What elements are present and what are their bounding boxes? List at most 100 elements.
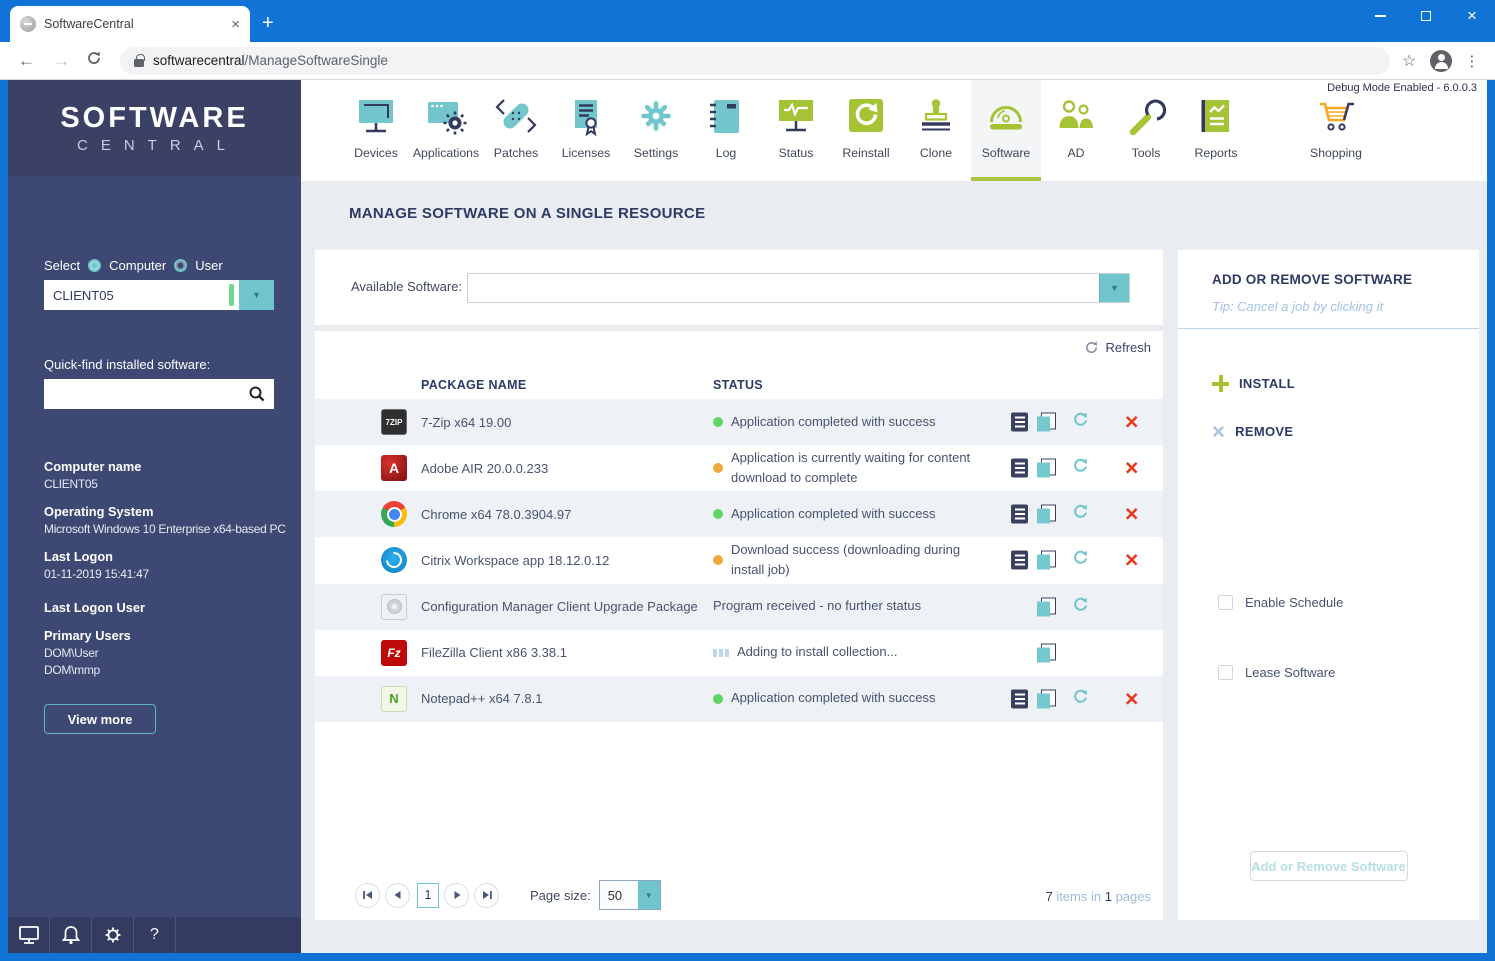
nav-item-applications[interactable]: Applications [411, 80, 481, 181]
profile-avatar[interactable] [1430, 49, 1453, 72]
job-log-icon[interactable] [1011, 689, 1028, 709]
install-option[interactable]: INSTALL [1212, 375, 1295, 392]
copy-job-icon[interactable] [1037, 458, 1056, 478]
rerun-job-icon[interactable] [1071, 502, 1090, 526]
bookmark-star-icon[interactable]: ☆ [1402, 51, 1416, 71]
nav-item-status[interactable]: Status [761, 80, 831, 181]
nav-item-patches[interactable]: Patches [481, 80, 551, 181]
remove-job-icon[interactable]: × [1125, 502, 1138, 526]
logo-line1: SOFTWARE [60, 102, 249, 134]
computer-select-dropdown-button[interactable]: ▼ [239, 280, 274, 310]
address-bar[interactable]: softwarecentral/ManageSoftwareSingle [120, 46, 1390, 75]
remove-job-icon[interactable]: × [1125, 687, 1138, 710]
remove-job-icon[interactable]: × [1125, 410, 1138, 434]
job-log-icon[interactable] [1011, 458, 1028, 478]
radio-computer-label[interactable]: Computer [109, 258, 166, 273]
table-row[interactable]: Chrome x64 78.0.3904.97 Application comp… [315, 491, 1163, 538]
table-row[interactable]: Notepad++ x64 7.8.1 Application complete… [315, 675, 1163, 722]
job-log-icon[interactable] [1011, 412, 1028, 432]
nav-item-software[interactable]: Software [971, 80, 1041, 181]
copy-job-icon[interactable] [1037, 550, 1056, 570]
page-size-dropdown-button[interactable]: ▼ [637, 881, 660, 909]
rerun-job-icon[interactable] [1071, 456, 1090, 480]
available-software-input[interactable] [468, 274, 1099, 302]
current-page-number[interactable]: 1 [417, 882, 439, 908]
reload-button[interactable] [86, 50, 102, 71]
first-page-button[interactable] [355, 882, 380, 908]
next-page-button[interactable] [444, 882, 469, 908]
url-path: /ManageSoftwareSingle [244, 52, 388, 68]
view-more-button[interactable]: View more [44, 704, 156, 734]
copy-job-icon[interactable] [1037, 643, 1056, 663]
radio-user[interactable] [174, 259, 188, 272]
new-tab-button[interactable]: + [262, 12, 274, 34]
window-close-button[interactable]: × [1449, 0, 1495, 32]
nav-item-tools[interactable]: Tools [1111, 80, 1181, 181]
status-cell: Adding to install collection... [713, 642, 1009, 662]
add-or-remove-software-button[interactable]: Add or Remove Software [1249, 851, 1408, 881]
rerun-job-icon[interactable] [1071, 548, 1090, 572]
copy-job-icon[interactable] [1037, 504, 1056, 524]
forward-button[interactable]: → [53, 51, 70, 71]
remove-option[interactable]: × REMOVE [1212, 421, 1293, 443]
quickfind-input[interactable] [44, 379, 248, 409]
refresh-link[interactable]: Refresh [1084, 340, 1151, 355]
job-log-icon[interactable] [1011, 550, 1028, 570]
loading-indicator [713, 648, 729, 657]
remote-desktop-icon[interactable] [8, 917, 50, 953]
maximize-button[interactable] [1403, 0, 1449, 32]
minimize-button[interactable] [1357, 0, 1403, 32]
copy-job-icon[interactable] [1037, 412, 1056, 432]
nav-item-shopping[interactable]: Shopping [1301, 80, 1371, 181]
computer-select-input[interactable] [44, 280, 239, 310]
status-dot [713, 509, 723, 520]
rerun-job-icon[interactable] [1071, 410, 1090, 434]
debug-mode-label: Debug Mode Enabled - 6.0.0.3 [1327, 82, 1477, 94]
copy-job-icon[interactable] [1037, 689, 1056, 709]
enable-schedule-row: Enable Schedule [1218, 595, 1343, 610]
nav-item-reinstall[interactable]: Reinstall [831, 80, 901, 181]
remove-job-icon[interactable]: × [1125, 456, 1138, 480]
nav-item-ad[interactable]: AD [1041, 80, 1111, 181]
nav-item-log[interactable]: Log [691, 80, 761, 181]
refresh-icon [1086, 341, 1098, 354]
enable-schedule-label: Enable Schedule [1245, 595, 1344, 610]
remove-job-icon[interactable]: × [1125, 548, 1138, 572]
secure-lock-icon[interactable] [134, 53, 145, 67]
help-icon[interactable]: ? [134, 917, 176, 953]
search-icon[interactable] [248, 385, 266, 403]
lease-software-checkbox[interactable] [1218, 665, 1233, 680]
browser-menu-icon[interactable]: ⋮ [1464, 52, 1479, 70]
table-row[interactable]: Adobe AIR 20.0.0.233 Application is curr… [315, 445, 1163, 491]
radio-user-label[interactable]: User [195, 258, 222, 273]
chrome-app-icon [381, 501, 407, 528]
enable-schedule-checkbox[interactable] [1218, 595, 1233, 610]
rerun-job-icon[interactable] [1071, 687, 1090, 711]
nav-item-settings[interactable]: Settings [621, 80, 691, 181]
package-name: FileZilla Client x86 3.38.1 [421, 645, 567, 661]
copy-job-icon[interactable] [1037, 597, 1056, 617]
applications-icon [422, 97, 470, 142]
nav-item-clone[interactable]: Clone [901, 80, 971, 181]
table-row[interactable]: 7-Zip x64 19.00 Application completed wi… [315, 399, 1163, 445]
table-row[interactable]: FileZilla Client x86 3.38.1 Adding to in… [315, 630, 1163, 676]
available-software-dropdown-button[interactable]: ▼ [1099, 274, 1129, 302]
tab-close-icon[interactable]: × [231, 17, 240, 32]
table-body: 7-Zip x64 19.00 Application completed wi… [315, 399, 1163, 722]
table-row[interactable]: Configuration Manager Client Upgrade Pac… [315, 583, 1163, 630]
nav-item-licenses[interactable]: Licenses [551, 80, 621, 181]
select-target-row: Select Computer User [44, 258, 301, 273]
page-size-select[interactable]: 50 ▼ [598, 880, 661, 910]
back-button[interactable]: ← [18, 51, 35, 71]
nav-item-reports[interactable]: Reports [1181, 80, 1251, 181]
nav-item-devices[interactable]: Devices [341, 80, 411, 181]
browser-tab[interactable]: SoftwareCentral × [10, 6, 250, 42]
settings-gear-icon[interactable] [92, 917, 134, 953]
notifications-bell-icon[interactable] [50, 917, 92, 953]
job-log-icon[interactable] [1011, 504, 1028, 524]
table-row[interactable]: Citrix Workspace app 18.12.0.12 Download… [315, 537, 1163, 583]
rerun-job-icon[interactable] [1071, 595, 1090, 619]
last-page-button[interactable] [474, 882, 499, 908]
radio-computer[interactable] [88, 259, 102, 272]
previous-page-button[interactable] [385, 882, 410, 908]
